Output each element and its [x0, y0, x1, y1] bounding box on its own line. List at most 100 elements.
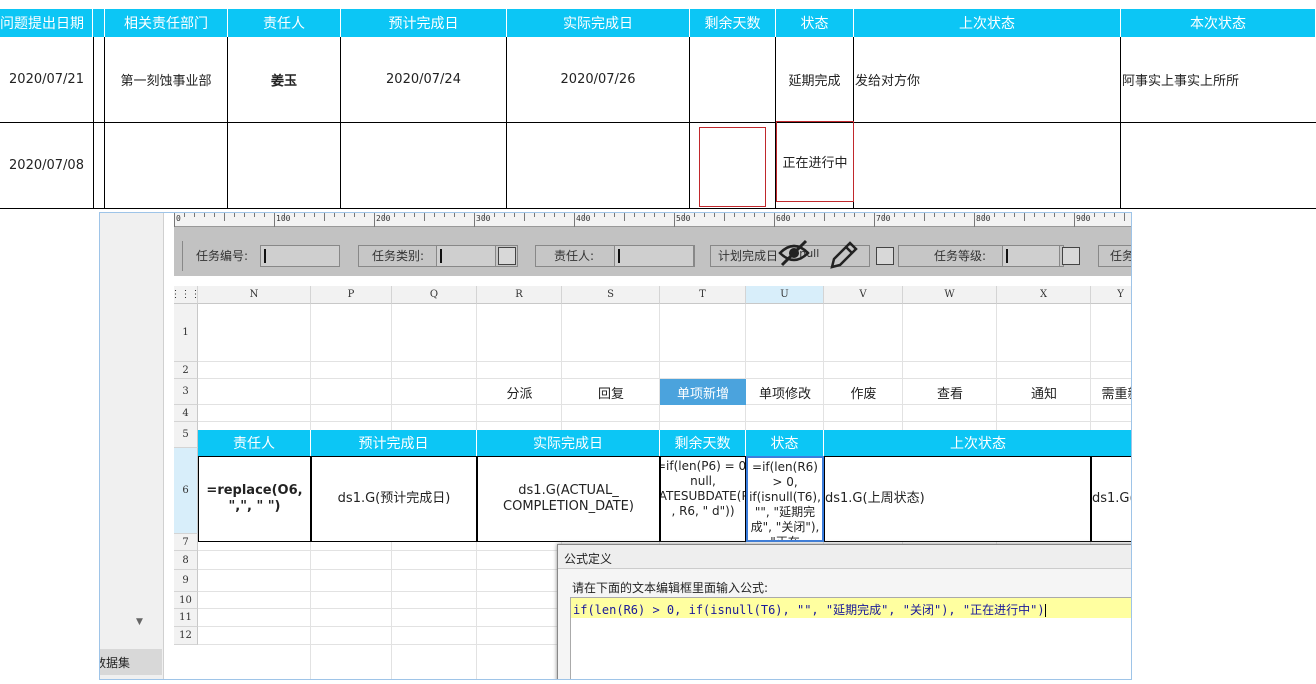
ruler-label: 900 — [1076, 214, 1091, 223]
column-header-r[interactable]: R — [477, 286, 562, 304]
grid-corner[interactable]: ⋮⋮⋮ — [171, 286, 201, 304]
calendar-icon[interactable] — [876, 247, 894, 265]
formula-dialog: 公式定义 请在下面的文本编辑框里面输入公式: if(len(R6) > 0, i… — [557, 544, 1131, 679]
column-header-y[interactable]: Y — [1091, 286, 1131, 304]
template-header-2[interactable]: 预计完成日 — [311, 430, 477, 456]
action-button-3[interactable]: 单项新增 — [660, 379, 746, 405]
column-header-q[interactable]: Q — [392, 286, 477, 304]
formula-cell-v[interactable]: ds1.G(上周状态) — [824, 456, 1091, 542]
ruler-tick — [644, 213, 645, 217]
formula-cell-u[interactable]: =if(len(R6) > 0, if(isnull(T6), "", "延期完… — [746, 456, 824, 542]
template-header-5[interactable]: 状态 — [746, 430, 824, 456]
formula-text[interactable]: if(len(R6) > 0, if(isnull(T6), "", "延期完成… — [571, 598, 1131, 618]
action-button-2[interactable]: 回复 — [562, 379, 660, 405]
ruler-tick — [394, 213, 395, 217]
ruler-tick — [714, 213, 715, 217]
ruler-tick — [1114, 213, 1115, 217]
ruler-tick — [904, 213, 905, 217]
dataset-tab[interactable]: 数据集 — [100, 649, 162, 675]
ruler-tick — [504, 213, 505, 217]
ruler-tick — [924, 213, 925, 221]
ruler-label: 200 — [376, 214, 391, 223]
template-header-4[interactable]: 剩余天数 — [660, 430, 746, 456]
column-header-v[interactable]: V — [824, 286, 903, 304]
dropdown-icon[interactable] — [498, 247, 516, 265]
ruler-tick — [1094, 213, 1095, 217]
column-header-u[interactable]: U — [746, 286, 824, 304]
ruler-tick — [694, 213, 695, 217]
ruler-tick — [594, 213, 595, 217]
column-header-n[interactable]: N — [198, 286, 311, 304]
ruler-tick — [264, 213, 265, 217]
ruler-tick — [334, 213, 335, 217]
dropdown-icon[interactable] — [1062, 247, 1080, 265]
template-header-1[interactable]: 责任人 — [198, 430, 311, 456]
row-header-4[interactable]: 4 — [174, 405, 198, 422]
table-cell-date: 2020/07/08 — [9, 158, 84, 173]
eye-slash-icon[interactable] — [778, 239, 810, 271]
row-header-11[interactable]: 11 — [174, 609, 198, 627]
action-button-1[interactable]: 分派 — [477, 379, 562, 405]
column-header-p[interactable]: P — [311, 286, 392, 304]
action-button-8[interactable]: 需重新 — [1091, 379, 1131, 405]
ruler-tick — [994, 213, 995, 217]
formula-cell-t[interactable]: =if(len(P6) = 0, null, DATESUBDATE(P6 , … — [660, 456, 746, 542]
formula-cell-n[interactable]: =replace(O6, ",", " ") — [198, 456, 311, 542]
ruler-label: 300 — [476, 214, 491, 223]
ruler-tick — [844, 213, 845, 217]
action-button-5[interactable]: 作废 — [824, 379, 903, 405]
ruler-tick — [964, 213, 965, 217]
pencil-icon[interactable] — [828, 239, 860, 275]
table-cell-remaining — [690, 37, 775, 122]
ruler-tick — [1124, 213, 1125, 221]
row-header-10[interactable]: 10 — [174, 592, 198, 609]
action-button-7[interactable]: 通知 — [997, 379, 1091, 405]
grid-line — [198, 361, 1131, 362]
col-header-actual: 实际完成日 — [507, 9, 690, 37]
ruler-tick — [244, 213, 245, 217]
col-header-expected: 预计完成日 — [341, 9, 507, 37]
ruler-label: 400 — [576, 214, 591, 223]
ruler-tick — [874, 213, 875, 227]
row-header-7[interactable]: 7 — [174, 534, 198, 551]
row-header-3[interactable]: 3 — [174, 379, 198, 405]
column-header-t[interactable]: T — [660, 286, 746, 304]
column-header-x[interactable]: X — [997, 286, 1091, 304]
action-button-6[interactable]: 查看 — [903, 379, 997, 405]
ruler-tick — [454, 213, 455, 217]
ruler-tick — [1074, 213, 1075, 227]
ruler-tick — [1004, 213, 1005, 217]
col-header-date: 问题提出日期 — [0, 9, 93, 37]
row-header-1[interactable]: 1 — [174, 304, 198, 362]
row-header-5[interactable]: 5 — [174, 422, 198, 448]
formula-cell-r[interactable]: ds1.G(ACTUAL_ COMPLETION_DATE) — [477, 456, 660, 542]
ruler-tick — [364, 213, 365, 217]
ruler-tick — [214, 213, 215, 217]
ruler-tick — [734, 213, 735, 217]
task-no-input[interactable] — [260, 245, 340, 267]
ruler-tick — [184, 213, 185, 217]
task-type-select[interactable] — [436, 245, 496, 267]
row-header-6[interactable]: 6 — [174, 448, 198, 534]
template-header-3[interactable]: 实际完成日 — [477, 430, 660, 456]
task-level-select[interactable] — [1002, 245, 1060, 267]
plan-date-label: 计划完成日 — [718, 249, 779, 263]
row-header-8[interactable]: 8 — [174, 551, 198, 570]
formula-cell-p[interactable]: ds1.G(预计完成日) — [311, 456, 477, 542]
chevron-down-icon[interactable]: ▼ — [136, 617, 143, 627]
column-header-w[interactable]: W — [903, 286, 997, 304]
ruler-tick — [554, 213, 555, 217]
template-header-6[interactable]: 上次状态 — [824, 430, 1131, 456]
column-header-s[interactable]: S — [562, 286, 660, 304]
dialog-title: 公式定义 — [558, 545, 1131, 569]
ruler-label: 700 — [876, 214, 891, 223]
ruler-tick — [564, 213, 565, 217]
row-header-9[interactable]: 9 — [174, 570, 198, 592]
ruler-tick — [1044, 213, 1045, 217]
row-header-12[interactable]: 12 — [174, 627, 198, 645]
row-header-2[interactable]: 2 — [174, 362, 198, 379]
action-button-4[interactable]: 单项修改 — [746, 379, 824, 405]
owner-input[interactable] — [614, 245, 694, 267]
formula-cell-y[interactable]: ds1.G( — [1091, 456, 1131, 542]
formula-editor[interactable]: if(len(R6) > 0, if(isnull(T6), "", "延期完成… — [570, 597, 1131, 679]
